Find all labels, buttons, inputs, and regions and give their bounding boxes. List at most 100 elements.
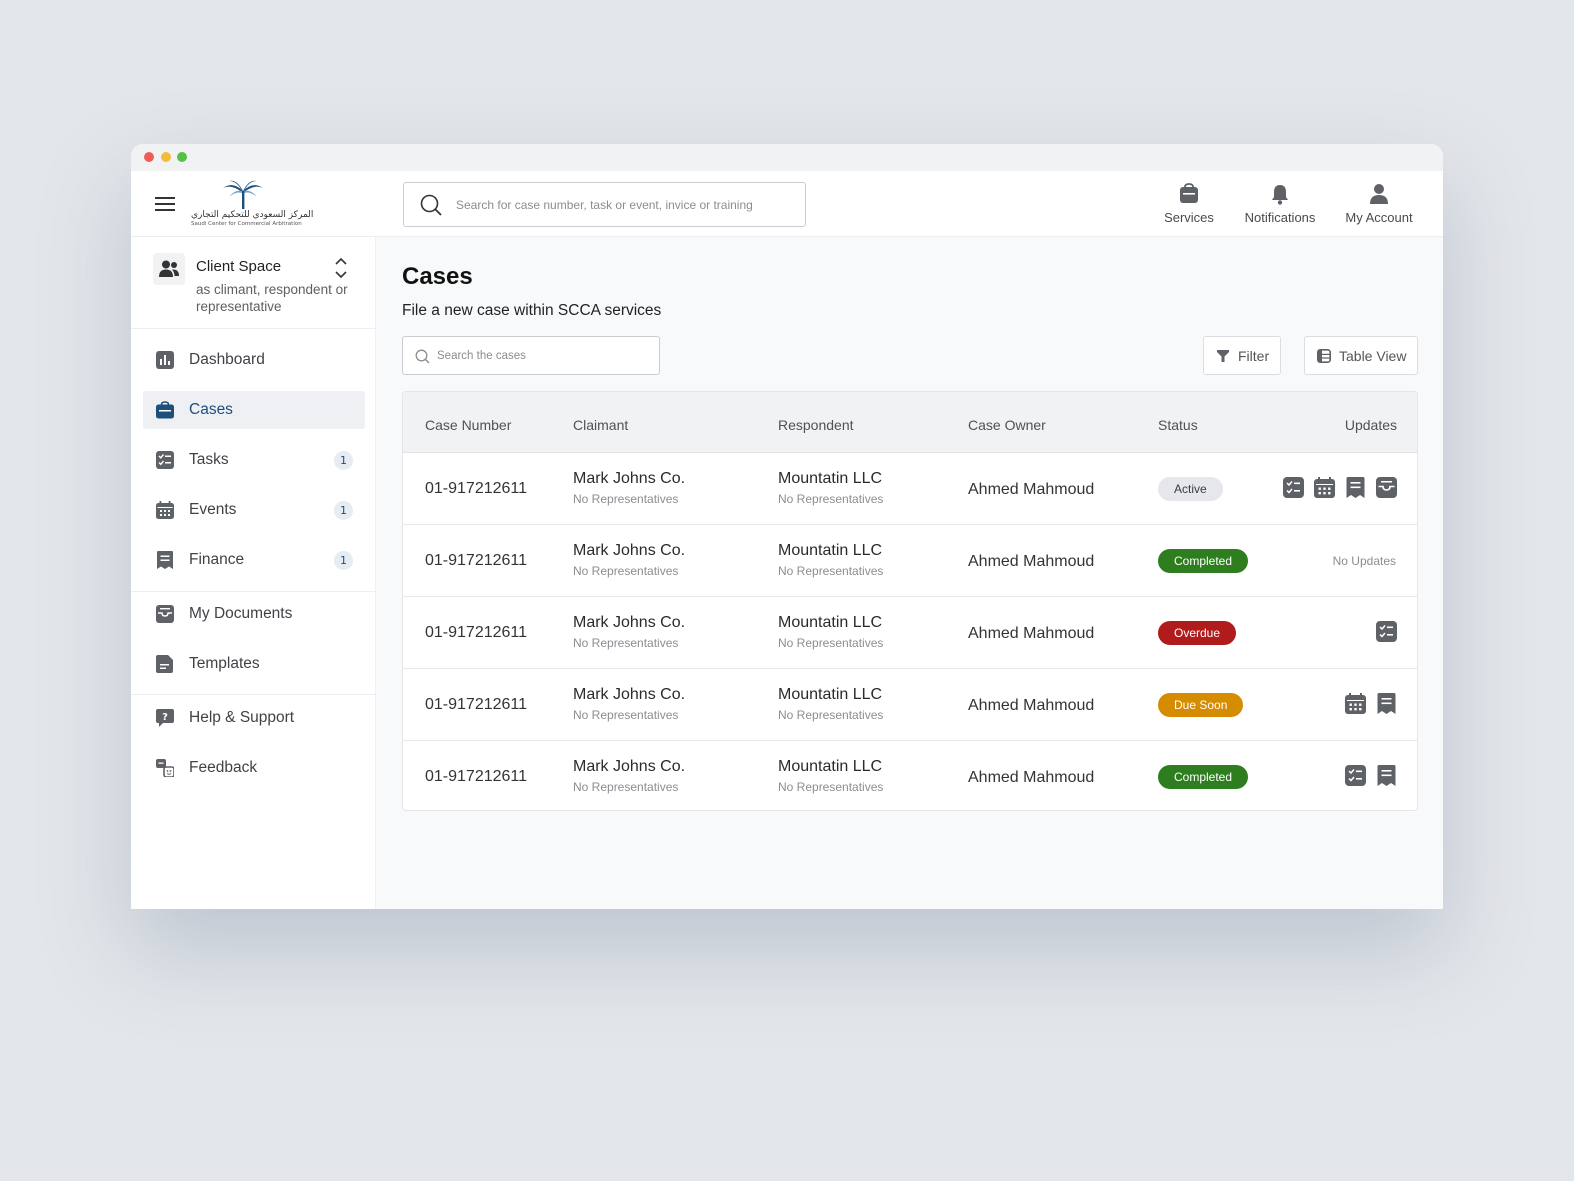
cases-table: Case Number Claimant Respondent Case Own…	[402, 391, 1418, 811]
user-icon	[1370, 184, 1388, 204]
column-header-updates[interactable]: Updates	[1345, 417, 1397, 433]
column-header-respondent[interactable]: Respondent	[778, 417, 854, 433]
column-header-claimant[interactable]: Claimant	[573, 417, 628, 433]
sidebar-item-finance[interactable]: Finance 1	[143, 541, 365, 579]
sidebar: Client Space as climant, respondent or r…	[131, 237, 376, 909]
sidebar-item-label: Finance	[189, 551, 245, 568]
logo-english-text: Saudi Center for Commercial Arbitration	[191, 221, 302, 227]
table-row[interactable]: 01-917212611 Mark Johns Co. No Representat…	[403, 669, 1417, 741]
status-badge: Completed	[1158, 765, 1249, 789]
sidebar-item-label: Cases	[189, 401, 233, 418]
claimant-name: Mark Johns Co.	[573, 614, 686, 631]
respondent-cell: Mountatin LLC No Representatives	[778, 614, 883, 650]
chart-icon	[156, 351, 174, 369]
sidebar-item-label: Feedback	[189, 759, 258, 776]
case-owner: Ahmed Mahmoud	[968, 769, 1095, 786]
checklist-icon[interactable]	[1283, 477, 1304, 498]
sidebar-item-label: Events	[189, 501, 237, 518]
sidebar-item-feedback[interactable]: Feedback	[143, 749, 365, 787]
table-row[interactable]: 01-917212611 Mark Johns Co. No Representat…	[403, 453, 1417, 525]
svg-text:?: ?	[162, 712, 168, 723]
users-icon	[159, 260, 179, 277]
case-number-link[interactable]: 01-917212611	[425, 768, 527, 786]
services-button[interactable]: Services	[1156, 183, 1222, 227]
maximize-window-button[interactable]	[177, 152, 187, 162]
sidebar-item-tasks[interactable]: Tasks 1	[143, 441, 365, 479]
column-header-case-owner[interactable]: Case Owner	[968, 417, 1046, 433]
respondent-representatives: No Representatives	[778, 708, 884, 722]
receipt-icon[interactable]	[1345, 477, 1366, 498]
notifications-label: Notifications	[1244, 210, 1316, 225]
checklist-icon	[156, 451, 174, 469]
menu-icon[interactable]	[155, 197, 175, 211]
claimant-name: Mark Johns Co.	[573, 686, 686, 703]
global-search-input[interactable]	[456, 195, 786, 215]
case-search-input[interactable]	[437, 347, 647, 365]
column-header-status[interactable]: Status	[1158, 417, 1198, 433]
sidebar-item-my-documents[interactable]: My Documents	[143, 595, 365, 633]
case-number-link[interactable]: 01-917212611	[425, 696, 527, 714]
sidebar-item-dashboard[interactable]: Dashboard	[143, 341, 365, 379]
checklist-icon[interactable]	[1345, 765, 1366, 786]
palm-tree-icon	[223, 180, 263, 209]
respondent-name: Mountatin LLC	[778, 470, 883, 487]
minimize-window-button[interactable]	[161, 152, 171, 162]
scca-logo[interactable]: المركز السعودي للتحكيم التجاري Saudi Cen…	[191, 179, 314, 229]
case-owner: Ahmed Mahmoud	[968, 481, 1095, 498]
documents-icon[interactable]	[1376, 477, 1397, 498]
help-icon: ?	[156, 709, 174, 727]
claimant-name: Mark Johns Co.	[573, 542, 686, 559]
claimant-representatives: No Representatives	[573, 492, 679, 506]
respondent-name: Mountatin LLC	[778, 758, 883, 775]
sidebar-item-cases[interactable]: Cases	[143, 391, 365, 429]
respondent-name: Mountatin LLC	[778, 686, 883, 703]
case-number-link[interactable]: 01-917212611	[425, 624, 527, 642]
notifications-button[interactable]: Notifications	[1235, 183, 1325, 227]
global-search[interactable]	[403, 182, 806, 227]
calendar-icon[interactable]	[1345, 693, 1366, 714]
my-account-label: My Account	[1345, 210, 1413, 225]
claimant-representatives: No Representatives	[573, 780, 679, 794]
case-search[interactable]	[402, 336, 660, 375]
status-badge: Active	[1158, 477, 1223, 501]
client-space-switcher[interactable]: Client Space as climant, respondent or r…	[131, 237, 376, 329]
table-view-label: Table View	[1339, 348, 1407, 364]
table-view-button[interactable]: Table View	[1304, 336, 1418, 375]
updates-icons	[1335, 765, 1397, 789]
tasks-count-badge: 1	[334, 451, 353, 470]
status-badge: Overdue	[1158, 621, 1237, 645]
client-space-subtitle: as climant, respondent or representative	[196, 282, 348, 314]
claimant-cell: Mark Johns Co. No Representatives	[573, 758, 685, 794]
receipt-icon[interactable]	[1376, 765, 1397, 786]
logo-arabic-text: المركز السعودي للتحكيم التجاري	[191, 210, 314, 220]
search-icon	[420, 194, 442, 216]
sidebar-item-templates[interactable]: Templates	[143, 645, 365, 683]
column-header-case-number[interactable]: Case Number	[425, 417, 511, 433]
finance-count-badge: 1	[334, 551, 353, 570]
sidebar-item-label: Help & Support	[189, 709, 295, 726]
updates-icons	[1273, 477, 1397, 501]
claimant-representatives: No Representatives	[573, 636, 679, 650]
table-row[interactable]: 01-917212611 Mark Johns Co. No Representat…	[403, 741, 1417, 810]
sidebar-item-label: Tasks	[189, 451, 229, 468]
close-window-button[interactable]	[144, 152, 154, 162]
filter-button[interactable]: Filter	[1203, 336, 1281, 375]
respondent-representatives: No Representatives	[778, 492, 884, 506]
table-row[interactable]: 01-917212611 Mark Johns Co. No Representat…	[403, 597, 1417, 669]
my-account-button[interactable]: My Account	[1339, 183, 1419, 227]
case-number-link[interactable]: 01-917212611	[425, 552, 527, 570]
case-number-link[interactable]: 01-917212611	[425, 480, 527, 498]
sidebar-item-help-support[interactable]: ? Help & Support	[143, 699, 365, 737]
table-row[interactable]: 01-917212611 Mark Johns Co. No Representat…	[403, 525, 1417, 597]
receipt-icon[interactable]	[1376, 693, 1397, 714]
page-title: Cases	[402, 263, 473, 290]
claimant-representatives: No Representatives	[573, 708, 679, 722]
case-owner: Ahmed Mahmoud	[968, 625, 1095, 642]
respondent-cell: Mountatin LLC No Representatives	[778, 542, 883, 578]
checklist-icon[interactable]	[1376, 621, 1397, 642]
claimant-cell: Mark Johns Co. No Representatives	[573, 614, 685, 650]
client-space-title: Client Space	[196, 258, 282, 275]
sidebar-item-events[interactable]: Events 1	[143, 491, 365, 529]
chevron-up-down-icon[interactable]	[334, 257, 348, 279]
calendar-icon[interactable]	[1314, 477, 1335, 498]
